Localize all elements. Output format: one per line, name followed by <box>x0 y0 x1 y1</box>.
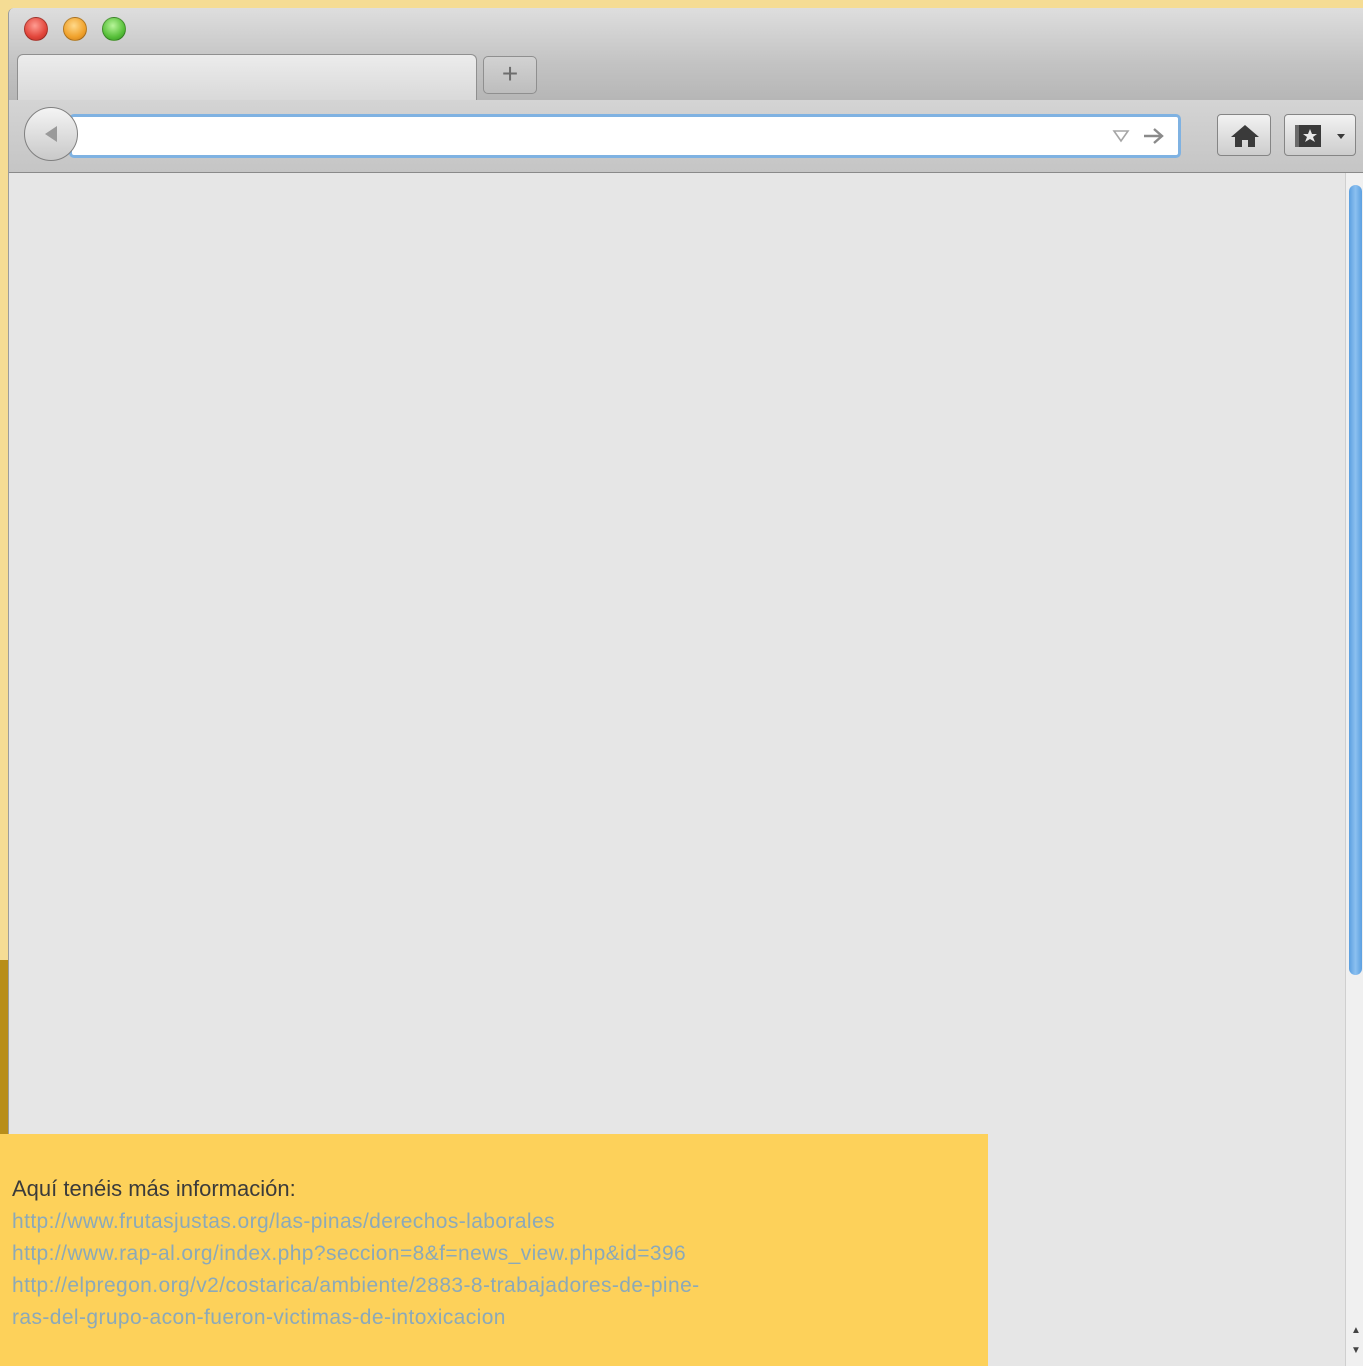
dropdown-triangle-icon[interactable] <box>1112 129 1130 143</box>
url-bar[interactable] <box>69 114 1181 158</box>
home-icon <box>1231 125 1259 147</box>
info-link[interactable]: http://elpregon.org/v2/costarica/ambient… <box>12 1274 700 1298</box>
new-tab-button[interactable]: + <box>483 56 537 94</box>
minimize-icon[interactable] <box>63 17 87 41</box>
vertical-scrollbar[interactable]: ▲ ▼ <box>1345 173 1363 1366</box>
close-icon[interactable] <box>24 17 48 41</box>
zoom-icon[interactable] <box>102 17 126 41</box>
info-heading: Aquí tenéis más información: <box>12 1176 296 1201</box>
navigation-toolbar <box>9 100 1363 173</box>
scroll-down-arrow-icon[interactable]: ▼ <box>1349 1343 1363 1359</box>
home-button[interactable] <box>1217 114 1271 156</box>
bookmarks-button[interactable] <box>1284 114 1356 156</box>
back-arrow-icon <box>45 126 57 142</box>
title-bar: + <box>9 8 1363 101</box>
bookmarks-star-icon <box>1295 125 1345 147</box>
back-button[interactable] <box>24 107 78 161</box>
info-link[interactable]: http://www.frutasjustas.org/las-pinas/de… <box>12 1210 555 1234</box>
scroll-up-arrow-icon[interactable]: ▲ <box>1349 1323 1363 1339</box>
url-input[interactable] <box>86 121 1100 153</box>
info-box: Aquí tenéis más información: http://www.… <box>0 1134 988 1366</box>
info-link[interactable]: http://www.rap-al.org/index.php?seccion=… <box>12 1242 686 1266</box>
info-link-continuation[interactable]: ras-del-grupo-acon-fueron-victimas-de-in… <box>12 1306 506 1330</box>
page: + ▲ ▼ Aquí tenéis más información: http:… <box>0 0 1363 1366</box>
go-arrow-icon[interactable] <box>1142 125 1166 147</box>
browser-tab[interactable] <box>17 54 477 100</box>
scroll-thumb[interactable] <box>1349 185 1362 975</box>
